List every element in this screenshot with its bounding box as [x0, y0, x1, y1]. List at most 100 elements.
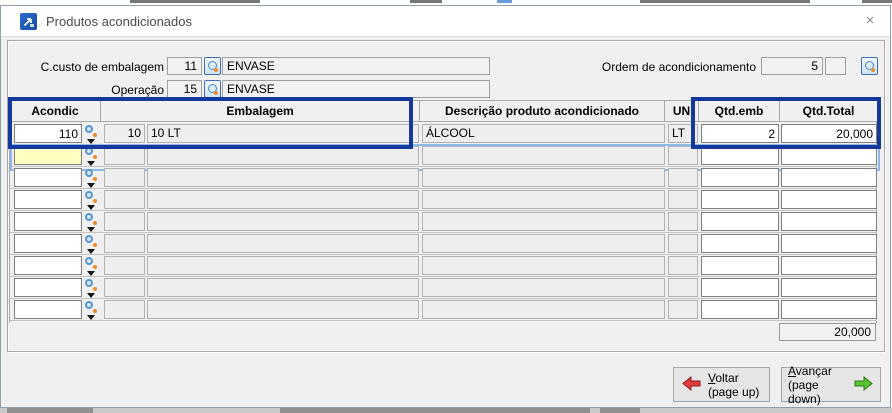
operacao-search-icon[interactable] — [204, 80, 221, 98]
ccusto-label: C.custo de embalagem — [21, 59, 164, 75]
search-icon[interactable] — [85, 125, 99, 138]
embalagem-desc-cell — [147, 168, 419, 187]
dropdown-arrow-icon[interactable] — [87, 315, 95, 320]
background-text-fragment — [640, 0, 810, 3]
embalagem-desc-cell — [147, 300, 419, 319]
embalagem-code-cell — [104, 278, 145, 297]
embalagem-desc-cell — [147, 278, 419, 297]
qtdtotal-input[interactable] — [781, 256, 877, 275]
search-icon[interactable] — [85, 213, 99, 226]
close-icon[interactable]: × — [858, 9, 882, 33]
acondic-input[interactable] — [14, 146, 82, 165]
background-window-bottom — [0, 408, 892, 413]
qtdtotal-input[interactable] — [781, 168, 877, 187]
title-bar: Produtos acondicionados × — [1, 6, 890, 37]
produto-desc-cell — [422, 190, 665, 209]
background-text-fragment — [862, 0, 892, 3]
qtdemb-input[interactable] — [701, 300, 779, 319]
embalagem-code-cell — [104, 300, 145, 319]
ordem-search-icon[interactable] — [861, 57, 878, 75]
acondic-input[interactable] — [14, 212, 82, 231]
table-row — [10, 211, 877, 233]
acondic-input[interactable] — [14, 256, 82, 275]
un-cell — [668, 212, 698, 231]
dropdown-arrow-icon[interactable] — [87, 139, 95, 144]
lens-icon — [85, 125, 93, 133]
ordem-value-field[interactable]: 5 — [761, 57, 823, 75]
produto-desc-cell — [422, 212, 665, 231]
acondic-input[interactable] — [14, 234, 82, 253]
acondic-input[interactable] — [14, 190, 82, 209]
qtdtotal-input[interactable] — [781, 234, 877, 253]
qtdemb-input[interactable] — [701, 234, 779, 253]
table-row: 10 10 LT ÁLCOOL LT — [10, 123, 877, 145]
qtdtotal-input[interactable] — [781, 278, 877, 297]
embalagem-desc-cell — [147, 190, 419, 209]
voltar-button-label: Voltar (page up) — [708, 371, 759, 399]
table-row — [10, 233, 877, 255]
qtdemb-input[interactable] — [701, 278, 779, 297]
produto-desc-cell — [422, 168, 665, 187]
embalagem-code-cell — [104, 190, 145, 209]
dropdown-arrow-icon[interactable] — [87, 293, 95, 298]
operacao-code-field[interactable]: 15 — [167, 80, 202, 98]
qtdtotal-input[interactable] — [781, 124, 877, 143]
dropdown-arrow-icon[interactable] — [87, 205, 95, 210]
search-icon[interactable] — [85, 169, 99, 182]
ordem-extra-field[interactable] — [825, 57, 846, 75]
produtos-acondicionados-dialog: Produtos acondicionados × C.custo de emb… — [0, 5, 891, 408]
acondic-input[interactable] — [14, 168, 82, 187]
produto-desc-cell — [422, 234, 665, 253]
embalagem-code-cell — [104, 234, 145, 253]
ccusto-desc-field: ENVASE — [222, 57, 490, 75]
qtdtotal-input[interactable] — [781, 190, 877, 209]
qtdtotal-input[interactable] — [781, 300, 877, 319]
search-icon[interactable] — [85, 279, 99, 292]
search-icon[interactable] — [85, 301, 99, 314]
ccusto-code-field[interactable]: 11 — [167, 57, 202, 75]
qtdemb-input[interactable] — [701, 190, 779, 209]
produto-desc-cell — [422, 146, 665, 165]
qtdemb-input[interactable] — [701, 124, 779, 143]
col-header-qtdtotal: Qtd.Total — [780, 101, 877, 122]
acondic-input[interactable] — [14, 278, 82, 297]
un-cell — [668, 300, 698, 319]
acondic-input[interactable] — [14, 124, 82, 143]
qtdtotal-input[interactable] — [781, 212, 877, 231]
qtdemb-input[interactable] — [701, 168, 779, 187]
col-header-embalagem: Embalagem — [101, 101, 420, 122]
un-cell: LT — [668, 124, 698, 143]
dropdown-arrow-icon[interactable] — [87, 271, 95, 276]
dropdown-arrow-icon[interactable] — [87, 249, 95, 254]
produto-desc-cell — [422, 256, 665, 275]
qtdemb-input[interactable] — [701, 212, 779, 231]
search-icon[interactable] — [85, 257, 99, 270]
acondic-input[interactable] — [14, 300, 82, 319]
background-text-fragment — [497, 0, 512, 3]
qtdemb-input[interactable] — [701, 146, 779, 165]
search-icon[interactable] — [85, 147, 99, 160]
forward-arrow-icon — [854, 376, 873, 394]
embalagem-code-cell — [104, 168, 145, 187]
un-cell — [668, 190, 698, 209]
embalagem-code-cell — [104, 212, 145, 231]
avancar-button[interactable]: Avançar (page down) — [781, 367, 881, 402]
table-row — [10, 277, 877, 299]
qtdtotal-input[interactable] — [781, 146, 877, 165]
embalagem-desc-cell — [147, 146, 419, 165]
table-row — [10, 299, 877, 321]
produto-desc-cell — [422, 300, 665, 319]
search-icon[interactable] — [85, 235, 99, 248]
avancar-button-label: Avançar (page down) — [788, 364, 847, 406]
col-header-un: UN — [665, 101, 699, 122]
ccusto-search-icon[interactable] — [204, 57, 221, 75]
qtdemb-input[interactable] — [701, 256, 779, 275]
dropdown-arrow-icon[interactable] — [87, 161, 95, 166]
table-row — [10, 167, 877, 189]
voltar-button[interactable]: Voltar (page up) — [673, 367, 770, 402]
dropdown-arrow-icon[interactable] — [87, 227, 95, 232]
lens-icon — [85, 169, 93, 177]
dropdown-arrow-icon[interactable] — [87, 183, 95, 188]
search-icon[interactable] — [85, 191, 99, 204]
embalagem-code-cell — [104, 256, 145, 275]
